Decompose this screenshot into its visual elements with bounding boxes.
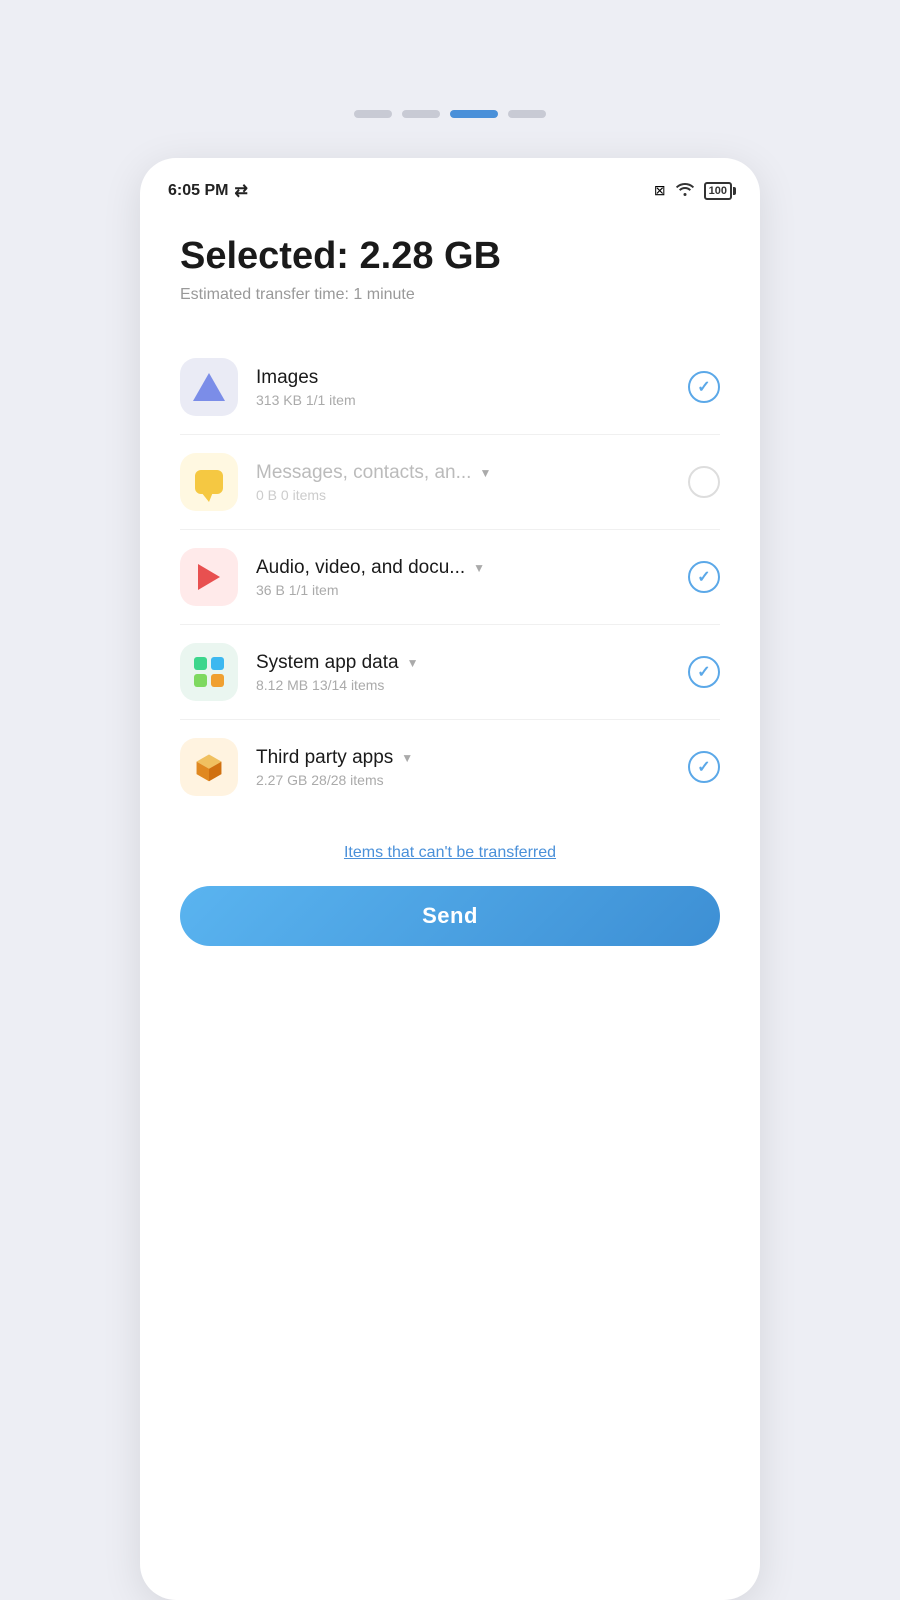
- messages-name: Messages, contacts, an... ▼: [256, 462, 688, 484]
- dropdown-arrow-icon: ▼: [473, 561, 485, 575]
- images-meta: 313 KB 1/1 item: [256, 392, 688, 408]
- audio-meta: 36 B 1/1 item: [256, 582, 688, 598]
- check-icon: ✓: [697, 757, 710, 777]
- cant-transfer-link[interactable]: Items that can't be transferred: [344, 844, 556, 862]
- page-indicator: [354, 110, 546, 118]
- images-icon: [193, 373, 225, 401]
- audio-icon-wrap: [180, 548, 238, 606]
- system-icon: [194, 657, 224, 687]
- screen-icon: ⊠: [654, 182, 666, 199]
- content-area: Selected: 2.28 GB Estimated transfer tim…: [140, 215, 760, 814]
- status-time: 6:05 PM ⇄: [168, 181, 248, 201]
- page-dot-2[interactable]: [402, 110, 440, 118]
- system-name: System app data ▼: [256, 652, 688, 674]
- list-item[interactable]: System app data ▼ 8.12 MB 13/14 items ✓: [180, 625, 720, 720]
- audio-name: Audio, video, and docu... ▼: [256, 557, 688, 579]
- audio-icon: [198, 564, 220, 590]
- list-item[interactable]: Images 313 KB 1/1 item ✓: [180, 340, 720, 435]
- battery-label: 100: [709, 185, 727, 197]
- audio-info: Audio, video, and docu... ▼ 36 B 1/1 ite…: [256, 557, 688, 598]
- status-icons: ⊠ 100: [654, 180, 732, 201]
- system-info: System app data ▼ 8.12 MB 13/14 items: [256, 652, 688, 693]
- messages-check[interactable]: [688, 466, 720, 498]
- page-dot-4[interactable]: [508, 110, 546, 118]
- check-icon: ✓: [697, 567, 710, 587]
- time-text: 6:05 PM: [168, 182, 228, 200]
- phone-frame: 6:05 PM ⇄ ⊠ 100 Selected: 2.28 GB Estima…: [140, 158, 760, 1600]
- dropdown-arrow-icon: ▼: [479, 466, 491, 480]
- items-list: Images 313 KB 1/1 item ✓ Messages, conta…: [180, 340, 720, 814]
- third-icon-wrap: [180, 738, 238, 796]
- selected-title: Selected: 2.28 GB: [180, 235, 720, 278]
- page-dot-1[interactable]: [354, 110, 392, 118]
- messages-info: Messages, contacts, an... ▼ 0 B 0 items: [256, 462, 688, 503]
- messages-meta: 0 B 0 items: [256, 487, 688, 503]
- bottom-area: Items that can't be transferred Send: [140, 814, 760, 946]
- images-info: Images 313 KB 1/1 item: [256, 367, 688, 408]
- system-meta: 8.12 MB 13/14 items: [256, 677, 688, 693]
- check-icon: ✓: [697, 377, 710, 397]
- third-name: Third party apps ▼: [256, 747, 688, 769]
- images-check[interactable]: ✓: [688, 371, 720, 403]
- transfer-time: Estimated transfer time: 1 minute: [180, 286, 720, 304]
- system-check[interactable]: ✓: [688, 656, 720, 688]
- images-icon-wrap: [180, 358, 238, 416]
- list-item[interactable]: Third party apps ▼ 2.27 GB 28/28 items ✓: [180, 720, 720, 814]
- images-name: Images: [256, 367, 688, 389]
- audio-check[interactable]: ✓: [688, 561, 720, 593]
- send-button[interactable]: Send: [180, 886, 720, 946]
- messages-icon-wrap: [180, 453, 238, 511]
- list-item[interactable]: Messages, contacts, an... ▼ 0 B 0 items: [180, 435, 720, 530]
- list-item[interactable]: Audio, video, and docu... ▼ 36 B 1/1 ite…: [180, 530, 720, 625]
- third-check[interactable]: ✓: [688, 751, 720, 783]
- messages-icon: [195, 470, 223, 494]
- third-icon: [193, 751, 225, 783]
- battery-icon: 100: [704, 182, 732, 200]
- third-meta: 2.27 GB 28/28 items: [256, 772, 688, 788]
- check-icon: ✓: [697, 662, 710, 682]
- third-info: Third party apps ▼ 2.27 GB 28/28 items: [256, 747, 688, 788]
- status-bar: 6:05 PM ⇄ ⊠ 100: [140, 158, 760, 215]
- system-icon-wrap: [180, 643, 238, 701]
- page-dot-3[interactable]: [450, 110, 498, 118]
- dropdown-arrow-icon: ▼: [407, 656, 419, 670]
- wifi-icon: [674, 180, 696, 201]
- rotate-icon: ⇄: [234, 181, 247, 201]
- dropdown-arrow-icon: ▼: [401, 751, 413, 765]
